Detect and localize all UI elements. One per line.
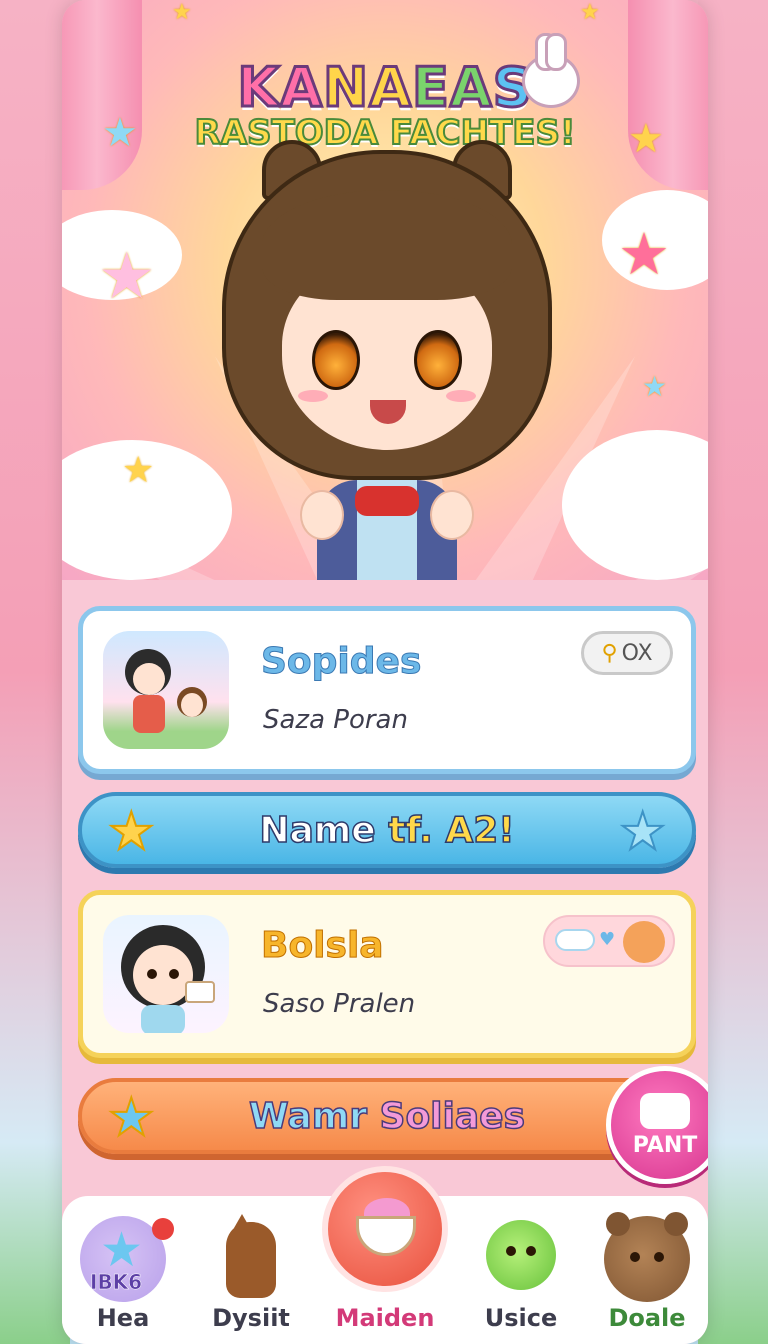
nav-item-maiden[interactable]: Maiden <box>322 1166 448 1344</box>
heart-icon: ♥ <box>599 929 616 950</box>
badge-label: OX <box>621 640 653 666</box>
background-left <box>0 0 70 1344</box>
paint-label: PANT <box>632 1132 698 1158</box>
status-badge[interactable]: ⚲ OX <box>581 631 673 675</box>
card-title: Bolsla <box>261 925 385 967</box>
food-bowl-icon <box>322 1166 448 1292</box>
star-icon: ★ <box>580 0 600 25</box>
warm-solutions-banner-button[interactable]: ★ Wamr Soliaes <box>78 1078 696 1154</box>
avatar-mini <box>623 921 665 963</box>
card-subtitle: Saza Poran <box>263 705 408 735</box>
content-panel: Sopides Saza Poran ⚲ OX ★ Name tf. A2! ★… <box>62 580 708 1200</box>
background-right <box>698 0 768 1344</box>
app-screen: ★ ★ ★ ★ ★ ★ ★ ★ KANAEAS RASTODA FACHTES! <box>62 0 708 1344</box>
bottom-nav: ★ IBK6 Hea Dysiit Maiden Usice Doale <box>62 1166 708 1344</box>
star-icon: ★ <box>618 802 667 862</box>
title-line-1: KANAEAS <box>236 55 533 121</box>
list-item[interactable]: Sopides Saza Poran ⚲ OX <box>78 606 696 774</box>
nav-label: Hea <box>96 1304 150 1332</box>
star-icon: ★ <box>642 370 668 403</box>
star-icon: ★ <box>98 240 156 314</box>
nav-label: Usice <box>484 1304 558 1332</box>
name-banner-button[interactable]: ★ Name tf. A2! ★ <box>78 792 696 868</box>
title-line-2: RASTODA FACHTES! <box>194 112 577 154</box>
nav-item-usice[interactable]: Usice <box>466 1196 576 1344</box>
banner-text: Wamr Soliaes <box>248 1095 526 1138</box>
hero-banner: ★ ★ ★ ★ ★ ★ ★ ★ KANAEAS RASTODA FACHTES! <box>62 0 708 590</box>
card-title: Sopides <box>260 641 422 683</box>
bear-icon <box>604 1212 690 1302</box>
speech-bubble-icon <box>640 1092 690 1129</box>
banner-text: Name tf. A2! <box>259 809 516 852</box>
list-item[interactable]: Bolsla Saso Pralen ♥ <box>78 890 696 1058</box>
character-illustration <box>222 140 552 580</box>
star-icon: ★ <box>122 450 155 491</box>
nav-item-hea[interactable]: ★ IBK6 Hea <box>68 1196 178 1344</box>
nav-badge: IBK6 <box>90 1270 143 1295</box>
nav-label: Dysiit <box>212 1304 290 1332</box>
bunny-mascot-icon <box>522 33 580 108</box>
nav-label: Maiden <box>335 1304 435 1332</box>
key-icon: ⚲ <box>601 640 618 666</box>
star-icon: ★ <box>107 802 156 862</box>
paint-button[interactable]: PANT <box>606 1066 708 1184</box>
avatar <box>103 915 229 1033</box>
nav-item-dysiit[interactable]: Dysiit <box>196 1196 306 1344</box>
star-icon: ★ <box>107 1088 156 1148</box>
cat-icon <box>208 1214 294 1302</box>
avatar <box>103 631 229 749</box>
nav-label: Doale <box>608 1304 686 1332</box>
game-title: KANAEAS RASTODA FACHTES! <box>62 55 708 155</box>
friend-badge[interactable]: ♥ <box>543 915 675 967</box>
nav-item-doale[interactable]: Doale <box>592 1196 702 1344</box>
star-icon: ★ <box>618 220 670 288</box>
card-subtitle: Saso Pralen <box>263 989 416 1019</box>
star-icon: ★ <box>172 0 192 25</box>
green-slime-icon <box>486 1220 556 1290</box>
cloud-icon <box>555 929 595 951</box>
